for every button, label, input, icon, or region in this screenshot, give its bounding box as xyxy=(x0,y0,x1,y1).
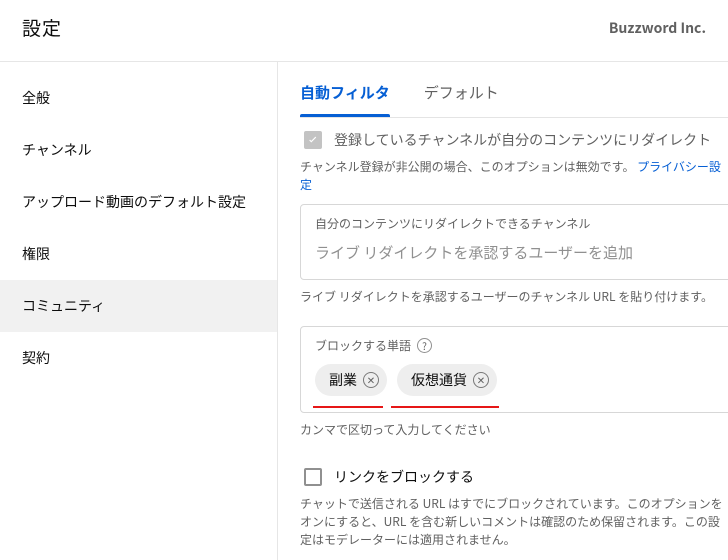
sidebar-item-general[interactable]: 全般 xyxy=(0,72,277,124)
chip-label: 仮想通貨 xyxy=(411,370,467,390)
blocked-words-label: ブロックする単語 xyxy=(315,337,411,354)
block-links-checkbox[interactable] xyxy=(304,468,322,486)
chip-label: 副業 xyxy=(329,370,357,390)
redirect-help: チャンネル登録が非公開の場合、このオプションは無効です。 プライバシー設定 xyxy=(300,152,728,204)
sidebar-item-channel[interactable]: チャンネル xyxy=(0,124,277,176)
sidebar-item-upload-defaults[interactable]: アップロード動画のデフォルト設定 xyxy=(0,176,277,228)
help-icon[interactable]: ? xyxy=(417,338,432,353)
page-title: 設定 xyxy=(22,14,62,41)
tabs: 自動フィルタ デフォルト xyxy=(300,76,728,118)
redirect-users-panel: 自分のコンテンツにリダイレクトできるチャンネル ライブ リダイレクトを承認するユ… xyxy=(300,204,728,280)
blocked-words-panel: ブロックする単語 ? 副業 ✕ 仮想通貨 ✕ xyxy=(300,326,728,413)
block-links-label: リンクをブロックする xyxy=(334,467,474,487)
sidebar-item-permissions[interactable]: 権限 xyxy=(0,228,277,280)
redirect-checkbox[interactable] xyxy=(304,131,322,149)
chip-remove-icon[interactable]: ✕ xyxy=(473,372,489,388)
sidebar-item-community[interactable]: コミュニティ xyxy=(0,280,277,332)
annotation-underline xyxy=(391,406,499,408)
sidebar-item-agreements[interactable]: 契約 xyxy=(0,332,277,384)
brand-label: Buzzword Inc. xyxy=(609,18,708,38)
check-icon xyxy=(306,133,320,147)
settings-sidebar: 全般 チャンネル アップロード動画のデフォルト設定 権限 コミュニティ 契約 xyxy=(0,62,278,560)
redirect-users-input[interactable]: ライブ リダイレクトを承認するユーザーを追加 xyxy=(315,242,723,263)
tab-default[interactable]: デフォルト xyxy=(424,76,499,117)
redirect-checkbox-label: 登録しているチャンネルが自分のコンテンツにリダイレクト xyxy=(334,130,711,150)
tab-auto-filter[interactable]: 自動フィルタ xyxy=(300,76,390,117)
chip-blocked-word: 副業 ✕ xyxy=(315,364,387,396)
blocked-words-help: カンマで区切って入力してください xyxy=(300,413,728,449)
redirect-users-title: 自分のコンテンツにリダイレクトできるチャンネル xyxy=(315,215,723,232)
chip-blocked-word: 仮想通貨 ✕ xyxy=(397,364,497,396)
annotation-underline xyxy=(313,406,383,408)
block-links-help: チャットで送信される URL はすでにブロックされています。このオプションをオン… xyxy=(300,489,728,559)
redirect-panel-help: ライブ リダイレクトを承認するユーザーのチャンネル URL を貼り付けます。 xyxy=(300,280,728,316)
chip-remove-icon[interactable]: ✕ xyxy=(363,372,379,388)
